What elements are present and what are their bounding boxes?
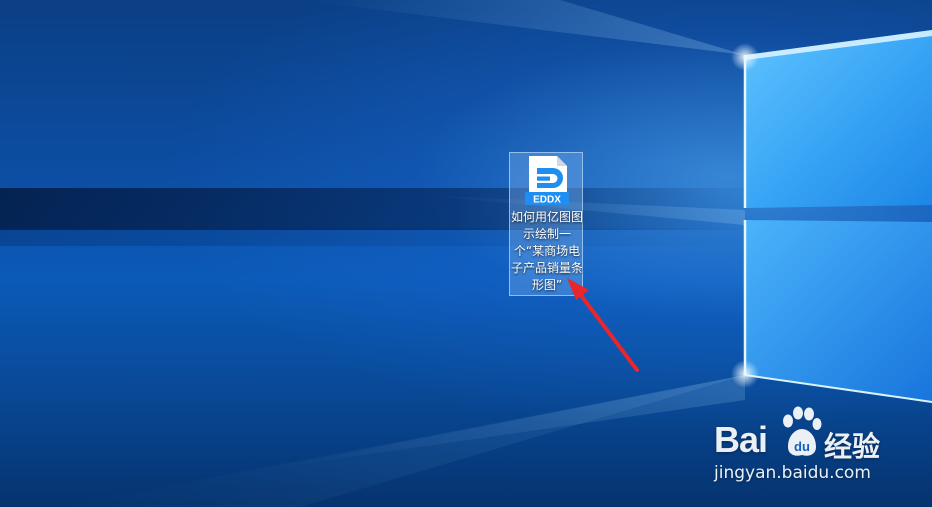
- watermark-service: 经验: [824, 430, 881, 463]
- svg-text:du: du: [794, 439, 810, 454]
- watermark-url: jingyan.baidu.com: [714, 463, 871, 483]
- baidu-jingyan-watermark: Baidu du 经验 jingyan.baidu.com: [700, 405, 910, 495]
- desktop[interactable]: EDDX 如何用亿图图示绘制一个“某商场电子产品销量条形图” Baidu du …: [0, 0, 932, 507]
- paw-logo-icon: du: [783, 406, 822, 456]
